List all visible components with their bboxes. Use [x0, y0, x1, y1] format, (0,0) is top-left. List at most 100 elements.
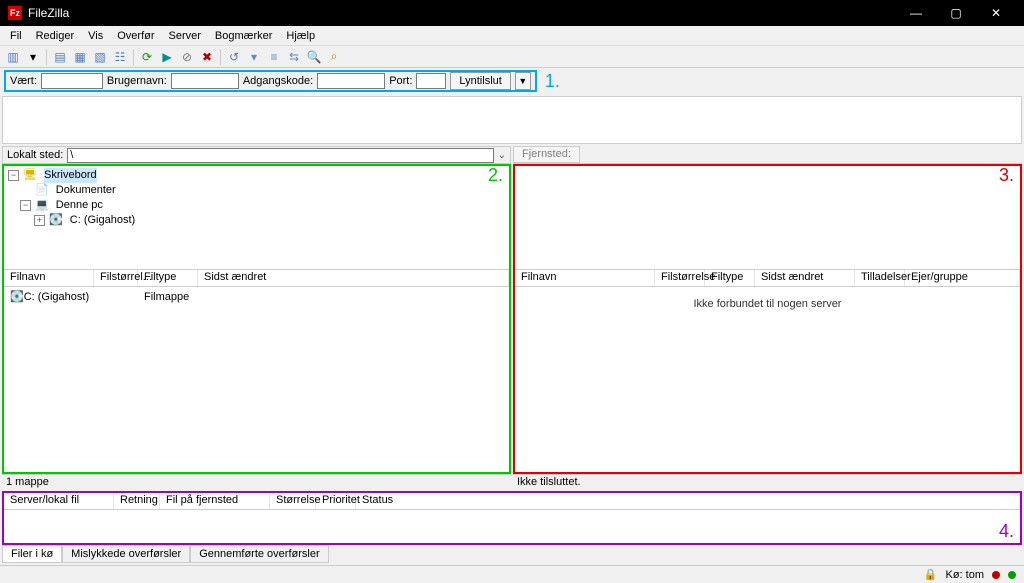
col-r-filnavn[interactable]: Filnavn: [515, 270, 655, 286]
chevron-down-icon[interactable]: ⌄: [494, 150, 510, 161]
collapse-icon[interactable]: −: [8, 170, 19, 181]
transfer-queue: 4. Server/lokal fil Retning Fil på fjern…: [2, 491, 1022, 563]
toggle-remotetree-icon[interactable]: ▧: [91, 48, 109, 66]
minimize-button[interactable]: —: [896, 0, 936, 26]
col-r-filtype[interactable]: Filtype: [705, 270, 755, 286]
queue-status-label: Kø: tom: [945, 569, 984, 581]
col-q-dir[interactable]: Retning: [114, 493, 160, 509]
remote-status: Ikke tilsluttet.: [513, 474, 1022, 489]
port-label: Port:: [389, 75, 412, 87]
cancel-icon[interactable]: ⊘: [178, 48, 196, 66]
menu-rediger[interactable]: Rediger: [30, 28, 81, 44]
expand-icon[interactable]: +: [34, 215, 45, 226]
col-r-sidst-aendret[interactable]: Sidst ændret: [755, 270, 855, 286]
file-name: C: (Gigahost): [24, 291, 89, 303]
col-sidst-aendret[interactable]: Sidst ændret: [198, 270, 509, 286]
lock-icon: 🔒: [924, 568, 938, 581]
tab-gennemforte[interactable]: Gennemførte overførsler: [190, 545, 328, 563]
folder-icon: 📄: [35, 183, 49, 198]
maximize-button[interactable]: ▢: [936, 0, 976, 26]
app-icon: Fz: [8, 6, 22, 20]
dropdown-icon[interactable]: ▾: [24, 48, 42, 66]
sync-browse-icon[interactable]: ⇆: [285, 48, 303, 66]
pass-label: Adgangskode:: [243, 75, 313, 87]
drive-icon: 💽: [49, 213, 63, 228]
desktop-icon: 🖥: [23, 168, 37, 183]
menu-bogmaerker[interactable]: Bogmærker: [209, 28, 278, 44]
local-path-label: Lokalt sted:: [3, 149, 67, 161]
local-status: 1 mappe: [2, 474, 511, 489]
annotation-3: 3.: [999, 168, 1014, 183]
menu-overfor[interactable]: Overfør: [111, 28, 160, 44]
host-label: Vært:: [10, 75, 37, 87]
col-q-size[interactable]: Størrelse: [270, 493, 316, 509]
quickconnect-dropdown[interactable]: ▼: [515, 72, 531, 90]
toolbar: ▥ ▾ ▤ ▦ ▧ ☷ ⟳ ▶ ⊘ ✖ ↺ ▾ ≡ ⇆ 🔍 ⌕: [0, 46, 1024, 68]
sitemanager-icon[interactable]: ▥: [4, 48, 22, 66]
message-log[interactable]: [2, 96, 1022, 144]
activity-led-receive: [992, 571, 1000, 579]
password-input[interactable]: [317, 73, 385, 89]
menu-fil[interactable]: Fil: [4, 28, 28, 44]
tab-filer-i-ko[interactable]: Filer i kø: [2, 545, 62, 563]
toggle-localtree-icon[interactable]: ▦: [71, 48, 89, 66]
col-r-tilladelser[interactable]: Tilladelser: [855, 270, 905, 286]
toggle-log-icon[interactable]: ▤: [51, 48, 69, 66]
col-r-filstorrelse[interactable]: Filstørrelse: [655, 270, 705, 286]
tree-node-skrivebord[interactable]: Skrivebord: [44, 168, 97, 183]
col-q-file[interactable]: Server/lokal fil: [4, 493, 114, 509]
remote-tree[interactable]: 3.: [515, 166, 1020, 270]
process-queue-icon[interactable]: ▶: [158, 48, 176, 66]
tab-mislykkede[interactable]: Mislykkede overførsler: [62, 545, 190, 563]
tree-node-dokumenter[interactable]: Dokumenter: [56, 183, 116, 198]
remote-not-connected: Ikke forbundet til nogen server: [515, 298, 1020, 310]
local-tree[interactable]: 2. −🖥 Skrivebord 📄 Dokumenter −💻 Denne p…: [4, 166, 509, 270]
annotation-1: 1.: [545, 71, 560, 92]
file-type: Filmappe: [144, 291, 204, 303]
local-file-list[interactable]: Filnavn Filstørrel... Filtype Sidst ændr…: [4, 270, 509, 472]
menu-hjaelp[interactable]: Hjælp: [280, 28, 321, 44]
remote-path-row: Fjernsted:: [513, 146, 1022, 164]
close-button[interactable]: ✕: [976, 0, 1016, 26]
col-filnavn[interactable]: Filnavn: [4, 270, 94, 286]
compare-icon[interactable]: ≡: [265, 48, 283, 66]
activity-led-send: [1008, 571, 1016, 579]
remote-panel: 3. Filnavn Filstørrelse Filtype Sidst æn…: [513, 164, 1022, 474]
tree-node-c-drive[interactable]: C: (Gigahost): [70, 213, 135, 228]
computer-icon: 💻: [35, 198, 49, 213]
quickconnect-button[interactable]: Lyntilslut: [450, 72, 510, 90]
drive-icon: 💽: [10, 291, 24, 303]
window-title: FileZilla: [28, 6, 896, 20]
col-filstorrelse[interactable]: Filstørrel...: [94, 270, 138, 286]
port-input[interactable]: [416, 73, 446, 89]
tree-node-denne-pc[interactable]: Denne pc: [56, 198, 103, 213]
host-input[interactable]: [41, 73, 103, 89]
col-filtype[interactable]: Filtype: [138, 270, 198, 286]
username-input[interactable]: [171, 73, 239, 89]
reconnect-icon[interactable]: ↺: [225, 48, 243, 66]
list-item[interactable]: 💽C: (Gigahost) Filmappe: [10, 289, 503, 304]
binoculars-icon[interactable]: ⌕: [325, 48, 343, 66]
remote-file-list[interactable]: Filnavn Filstørrelse Filtype Sidst ændre…: [515, 270, 1020, 472]
col-q-prio[interactable]: Prioritet: [316, 493, 356, 509]
menubar: Fil Rediger Vis Overfør Server Bogmærker…: [0, 26, 1024, 46]
disconnect-icon[interactable]: ✖: [198, 48, 216, 66]
toggle-queue-icon[interactable]: ☷: [111, 48, 129, 66]
menu-vis[interactable]: Vis: [82, 28, 109, 44]
col-q-status[interactable]: Status: [356, 493, 1020, 509]
col-q-remote[interactable]: Fil på fjernsted: [160, 493, 270, 509]
annotation-2: 2.: [488, 168, 503, 183]
collapse-icon[interactable]: −: [20, 200, 31, 211]
refresh-icon[interactable]: ⟳: [138, 48, 156, 66]
annotation-4: 4.: [999, 521, 1014, 542]
menu-server[interactable]: Server: [163, 28, 207, 44]
statusbar: 🔒 Kø: tom: [0, 565, 1024, 583]
search-icon[interactable]: 🔍: [305, 48, 323, 66]
remote-path-label: Fjernsted:: [513, 146, 580, 163]
local-path-input[interactable]: [67, 148, 493, 163]
quickconnect-bar: Vært: Brugernavn: Adgangskode: Port: Lyn…: [0, 68, 1024, 94]
titlebar: Fz FileZilla — ▢ ✕: [0, 0, 1024, 26]
filter-icon[interactable]: ▾: [245, 48, 263, 66]
col-r-ejer[interactable]: Ejer/gruppe: [905, 270, 1020, 286]
local-panel: 2. −🖥 Skrivebord 📄 Dokumenter −💻 Denne p…: [2, 164, 511, 474]
